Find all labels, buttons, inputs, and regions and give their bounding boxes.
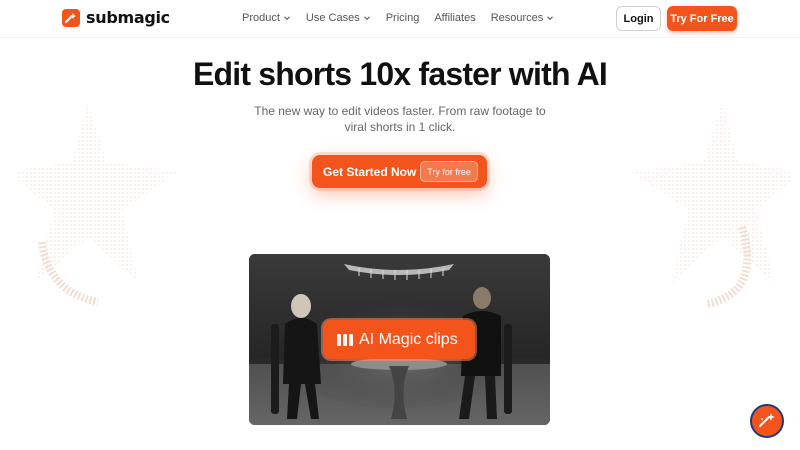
- ai-magic-clips-badge[interactable]: AI Magic clips: [323, 320, 475, 359]
- nav-item-label: Affiliates: [434, 12, 476, 24]
- nav-item-resources[interactable]: Resources: [491, 12, 555, 24]
- nav-item-pricing[interactable]: Pricing: [386, 12, 420, 24]
- nav-item-label: Product: [242, 12, 280, 24]
- clips-icon: [337, 333, 353, 346]
- nav-item-product[interactable]: Product: [242, 12, 291, 24]
- logo-text: submagic: [86, 8, 170, 27]
- chevron-down-icon: [547, 16, 554, 21]
- decorative-star-right: [632, 102, 792, 308]
- nav-item-label: Use Cases: [305, 12, 360, 24]
- chat-support-button[interactable]: [750, 404, 784, 438]
- badge-label: AI Magic clips: [359, 330, 458, 348]
- logo[interactable]: submagic: [62, 8, 170, 27]
- navbar: submagic Product Use Cases Pricing Affil…: [0, 0, 800, 38]
- get-started-button[interactable]: Get Started Now Try for free: [312, 155, 487, 188]
- decorative-star-left: [18, 102, 178, 306]
- hero-title: Edit shorts 10x faster with AI: [192, 56, 608, 92]
- demo-video[interactable]: AI Magic clips: [249, 254, 550, 425]
- login-button[interactable]: Login: [616, 6, 661, 31]
- chat-support-icon: [759, 413, 775, 427]
- chevron-down-icon: [363, 16, 370, 21]
- nav-item-label: Pricing: [385, 12, 420, 24]
- hero-subtitle: The new way to edit videos faster. From …: [254, 104, 546, 134]
- try-for-free-pill: Try for free: [420, 161, 478, 182]
- nav-divider: [0, 37, 800, 38]
- nav-menu: Product Use Cases Pricing Affiliates Res…: [242, 12, 569, 24]
- cta-label: Get Started Now: [323, 164, 417, 179]
- chevron-down-icon: [283, 16, 290, 21]
- submagic-logo-icon: [62, 8, 80, 27]
- try-for-free-button[interactable]: Try For Free: [667, 6, 737, 31]
- nav-item-affiliates[interactable]: Affiliates: [434, 12, 475, 24]
- nav-item-label: Resources: [490, 12, 544, 24]
- nav-item-use-cases[interactable]: Use Cases: [306, 12, 371, 24]
